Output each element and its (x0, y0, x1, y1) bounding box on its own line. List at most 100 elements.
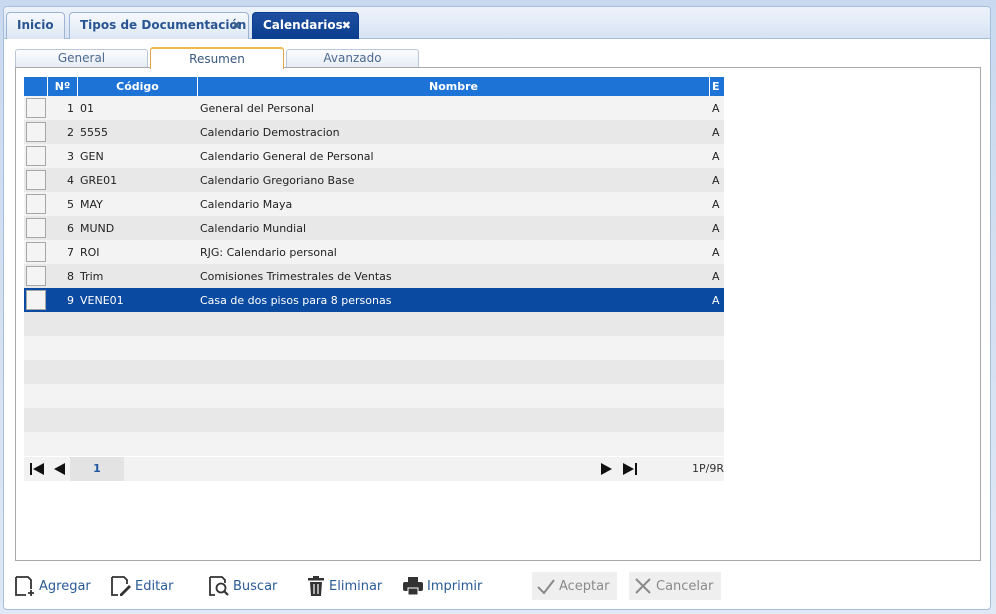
row-nombre: Calendario Maya (200, 197, 293, 211)
empty-row (24, 384, 724, 408)
row-nombre: RJG: Calendario personal (200, 245, 337, 259)
table-row[interactable]: 5 MAY Calendario Maya A (24, 192, 724, 216)
grid-header: Nº Código Nombre E (24, 77, 724, 96)
row-codigo: VENE01 (80, 293, 124, 307)
last-page-icon[interactable] (622, 461, 638, 481)
row-num: 9 (67, 293, 74, 307)
table-row-selected[interactable]: 9 VENE01 Casa de dos pisos para 8 person… (24, 288, 724, 312)
close-icon (635, 578, 651, 594)
table-row[interactable]: 7 ROI RJG: Calendario personal A (24, 240, 724, 264)
tab-avanzado[interactable]: Avanzado (286, 49, 419, 68)
tab-inicio[interactable]: Inicio (6, 12, 65, 39)
row-codigo: ROI (80, 245, 100, 259)
row-checkbox[interactable] (26, 218, 46, 238)
imprimir-button[interactable]: Imprimir (402, 572, 482, 600)
tab-resumen[interactable]: Resumen (150, 47, 284, 69)
header-estado[interactable]: E (710, 77, 724, 96)
row-num: 5 (67, 197, 74, 211)
page-info: 1P/9R (692, 462, 724, 475)
empty-row (24, 432, 724, 456)
table-row[interactable]: 8 Trim Comisiones Trimestrales de Ventas… (24, 264, 724, 288)
empty-row (24, 408, 724, 432)
header-nombre[interactable]: Nombre (198, 77, 710, 96)
current-page[interactable]: 1 (70, 457, 124, 481)
table-row[interactable]: 3 GEN Calendario General de Personal A (24, 144, 724, 168)
row-checkbox[interactable] (26, 194, 46, 214)
eliminar-button[interactable]: Eliminar (306, 572, 382, 600)
action-toolbar: Agregar Editar Buscar Eliminar Imprimir … (14, 572, 974, 604)
row-codigo: GRE01 (80, 173, 118, 187)
row-num: 6 (67, 221, 74, 235)
printer-icon (403, 577, 423, 596)
grid-body: 1 01 General del Personal A 2 5555 Calen… (24, 96, 724, 456)
table-row[interactable]: 1 01 General del Personal A (24, 96, 724, 120)
header-num[interactable]: Nº (48, 77, 78, 96)
tab-general[interactable]: General (15, 49, 148, 68)
tab-avanzado-label: Avanzado (323, 51, 382, 65)
table-row[interactable]: 4 GRE01 Calendario Gregoriano Base A (24, 168, 724, 192)
eliminar-label: Eliminar (329, 578, 383, 594)
next-page-icon[interactable] (600, 461, 614, 481)
add-document-icon (15, 576, 34, 596)
previous-page-icon[interactable] (52, 461, 66, 481)
row-checkbox[interactable] (26, 290, 46, 310)
row-codigo: 5555 (80, 125, 108, 139)
row-codigo: 01 (80, 101, 94, 115)
row-estado: A (712, 101, 720, 115)
row-checkbox[interactable] (26, 146, 46, 166)
row-checkbox[interactable] (26, 242, 46, 262)
edit-document-icon (111, 576, 131, 596)
row-checkbox[interactable] (26, 170, 46, 190)
agregar-label: Agregar (39, 578, 91, 594)
row-nombre: General del Personal (200, 101, 314, 115)
tab-calendarios[interactable]: Calendarios ✖ (252, 12, 359, 39)
empty-row (24, 312, 724, 336)
row-num: 8 (67, 269, 74, 283)
search-document-icon (209, 576, 229, 596)
editar-button[interactable]: Editar (110, 572, 174, 600)
pager: 1 1P/9R (24, 457, 724, 481)
first-page-icon[interactable] (29, 461, 45, 481)
row-nombre: Calendario Mundial (200, 221, 307, 235)
row-checkbox[interactable] (26, 98, 46, 118)
row-nombre: Comisiones Trimestrales de Ventas (200, 269, 392, 283)
row-nombre: Calendario General de Personal (200, 149, 374, 163)
window: Inicio Tipos de Documentación ✖ Calendar… (3, 6, 991, 610)
row-nombre: Calendario Demostracion (200, 125, 340, 139)
aceptar-button[interactable]: Aceptar (532, 572, 618, 600)
table-row[interactable]: 2 5555 Calendario Demostracion A (24, 120, 724, 144)
row-estado: A (712, 293, 720, 307)
tab-resumen-label: Resumen (189, 52, 245, 66)
empty-row (24, 360, 724, 384)
buscar-label: Buscar (233, 578, 278, 594)
row-nombre: Casa de dos pisos para 8 personas (200, 293, 392, 307)
row-num: 2 (67, 125, 74, 139)
resumen-panel: Nº Código Nombre E 1 01 General del Pers… (15, 67, 981, 561)
tab-tipos-documentacion[interactable]: Tipos de Documentación ✖ (69, 12, 249, 39)
row-codigo: Trim (80, 269, 104, 283)
header-select-column[interactable] (24, 77, 48, 96)
buscar-button[interactable]: Buscar (208, 572, 277, 600)
row-estado: A (712, 149, 720, 163)
row-checkbox[interactable] (26, 122, 46, 142)
row-estado: A (712, 269, 720, 283)
row-nombre: Calendario Gregoriano Base (200, 173, 355, 187)
empty-row (24, 336, 724, 360)
agregar-button[interactable]: Agregar (14, 572, 91, 600)
row-estado: A (712, 197, 720, 211)
imprimir-label: Imprimir (427, 578, 483, 594)
row-codigo: MUND (80, 221, 115, 235)
cancelar-button[interactable]: Cancelar (629, 572, 722, 600)
tab-general-label: General (57, 51, 106, 65)
close-icon[interactable]: ✖ (342, 13, 351, 38)
close-icon[interactable]: ✖ (232, 13, 241, 38)
row-codigo: GEN (80, 149, 104, 163)
row-codigo: MAY (80, 197, 103, 211)
row-checkbox[interactable] (26, 266, 46, 286)
table-row[interactable]: 6 MUND Calendario Mundial A (24, 216, 724, 240)
row-estado: A (712, 221, 720, 235)
row-num: 3 (67, 149, 74, 163)
header-codigo[interactable]: Código (78, 77, 198, 96)
row-num: 4 (67, 173, 74, 187)
data-grid: Nº Código Nombre E 1 01 General del Pers… (24, 77, 724, 456)
